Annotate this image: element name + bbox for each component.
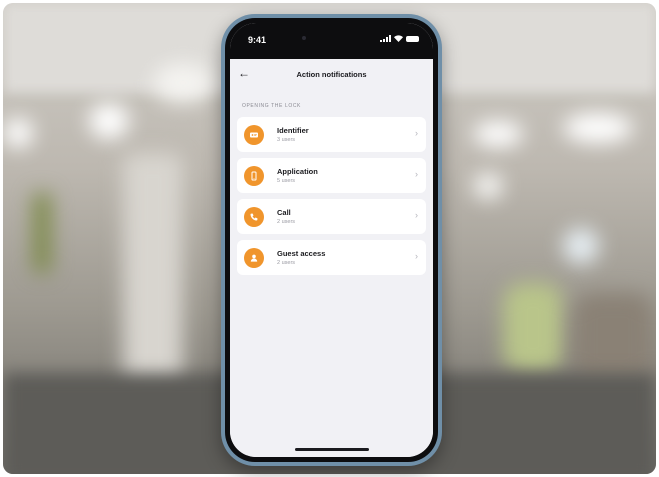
ceiling-light (3, 118, 33, 148)
ceiling-light (473, 121, 523, 147)
ceiling-light (563, 113, 633, 143)
list-item-application[interactable]: Application 5 users › (237, 158, 426, 193)
id-card-icon (244, 124, 264, 145)
item-count: 2 users (277, 260, 296, 266)
page-title: Action notifications (296, 70, 367, 79)
item-name: Guest access (277, 249, 326, 258)
list-item-text: Identifier 3 users (277, 126, 309, 143)
list-item-guest-access[interactable]: Guest access 2 users › (237, 240, 426, 275)
item-count: 3 users (277, 137, 296, 143)
status-time: 9:41 (248, 35, 267, 45)
nav-bar: ← Action notifications (230, 59, 433, 89)
person-icon (244, 247, 264, 268)
item-name: Application (277, 167, 318, 176)
camera-dot-icon (302, 36, 306, 40)
list-item-text: Guest access 2 users (277, 249, 325, 266)
smartphone-icon (244, 165, 264, 186)
notification-list: Identifier 3 users › Application 5 users (230, 109, 433, 275)
battery-icon (406, 35, 419, 42)
phone-bezel: 9:41 ← Action notifications OPENING THE … (225, 18, 438, 462)
person-silhouette (573, 293, 653, 383)
item-count: 2 users (277, 219, 296, 225)
ceiling-light (473, 173, 503, 199)
chevron-right-icon: › (415, 169, 418, 179)
item-count: 5 users (277, 178, 296, 184)
list-item-text: Call 2 users (277, 208, 295, 225)
list-item-call[interactable]: Call 2 users › (237, 199, 426, 234)
wifi-icon (394, 35, 403, 42)
list-item-identifier[interactable]: Identifier 3 users › (237, 117, 426, 152)
plant (33, 193, 51, 273)
phone-call-icon (244, 206, 264, 227)
window-light (563, 228, 599, 264)
status-icons (380, 35, 419, 42)
ceiling-light (89, 103, 129, 139)
home-indicator[interactable] (294, 448, 369, 451)
item-name: Identifier (277, 126, 309, 135)
phone-screen: 9:41 ← Action notifications OPENING THE … (230, 23, 433, 457)
status-bar: 9:41 (230, 23, 433, 59)
item-name: Call (277, 208, 291, 217)
notifications-sheet: ← Action notifications OPENING THE LOCK … (230, 59, 433, 457)
ceiling-light (153, 63, 213, 103)
chevron-right-icon: › (415, 251, 418, 261)
cellular-signal-icon (380, 35, 391, 42)
chevron-right-icon: › (415, 128, 418, 138)
person-silhouette (503, 283, 563, 373)
chevron-right-icon: › (415, 210, 418, 220)
pillar (123, 153, 183, 393)
phone-mockup: 9:41 ← Action notifications OPENING THE … (221, 14, 442, 466)
list-item-text: Application 5 users (277, 167, 318, 184)
